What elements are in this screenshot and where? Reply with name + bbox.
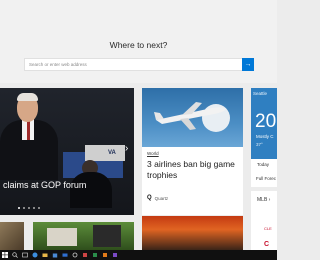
hero-person2-body: [70, 172, 112, 208]
carousel-dot[interactable]: [33, 207, 35, 209]
carousel-dot[interactable]: [23, 207, 25, 209]
weather-today-label: Today: [257, 162, 270, 167]
app-icon[interactable]: [90, 250, 100, 260]
house-image: [47, 228, 77, 246]
hero-headline[interactable]: claims at GOP forum: [3, 180, 86, 190]
carousel-dots: [18, 207, 40, 209]
store-icon[interactable]: [50, 250, 60, 260]
weather-temperature: 20: [255, 111, 277, 132]
hero-person-tie: [27, 120, 30, 140]
building-image: [93, 225, 121, 247]
taskbar: [0, 250, 277, 260]
new-tab-heading: Where to next?: [109, 40, 168, 50]
settings-icon[interactable]: [70, 250, 80, 260]
edge-icon[interactable]: [30, 250, 40, 260]
search-input[interactable]: [25, 59, 242, 70]
news-card-category[interactable]: World: [147, 151, 159, 156]
windows-icon[interactable]: [0, 250, 10, 260]
weather-full-forecast-link[interactable]: Full Forec: [256, 176, 276, 181]
news-card-source: Q Quartz: [147, 195, 168, 201]
news-thumbnail[interactable]: [0, 222, 24, 250]
app-icon[interactable]: [110, 250, 120, 260]
hero-sign-panel: [85, 145, 125, 161]
news-thumbnail[interactable]: [33, 222, 134, 250]
explorer-icon[interactable]: [40, 250, 50, 260]
sports-card-title[interactable]: MLB ›: [257, 197, 270, 203]
hero-sign-text: VA: [108, 150, 116, 156]
news-card-image: [142, 88, 243, 147]
chevron-right-icon: ›: [268, 197, 271, 203]
weather-condition: Mostly C: [256, 134, 274, 139]
carousel-dot[interactable]: [28, 207, 30, 209]
news-card-title[interactable]: 3 airlines ban big game trophies: [147, 159, 239, 181]
app-icon[interactable]: [80, 250, 90, 260]
weather-city: Seattle: [253, 91, 268, 96]
carousel-dot[interactable]: [38, 207, 40, 209]
hero-next-arrow[interactable]: ›: [125, 143, 128, 154]
quartz-logo-icon: Q: [147, 195, 152, 201]
carousel-dot[interactable]: [18, 207, 20, 209]
search-box[interactable]: →: [24, 58, 254, 71]
task-view-icon[interactable]: [20, 250, 30, 260]
mail-icon[interactable]: [60, 250, 70, 260]
team-cle-logo: CLE: [264, 226, 272, 231]
app-icon[interactable]: [100, 250, 110, 260]
airplane-image: [154, 102, 226, 130]
go-button[interactable]: →: [242, 58, 254, 71]
search-icon[interactable]: [10, 250, 20, 260]
fire-news-thumbnail[interactable]: [142, 216, 243, 250]
sports-title-text: MLB: [257, 197, 268, 203]
hero-person-hair: [17, 93, 38, 101]
team-c-logo: C: [264, 241, 270, 248]
news-card-source-name: Quartz: [154, 195, 169, 201]
weather-detail: 37°: [256, 142, 263, 147]
